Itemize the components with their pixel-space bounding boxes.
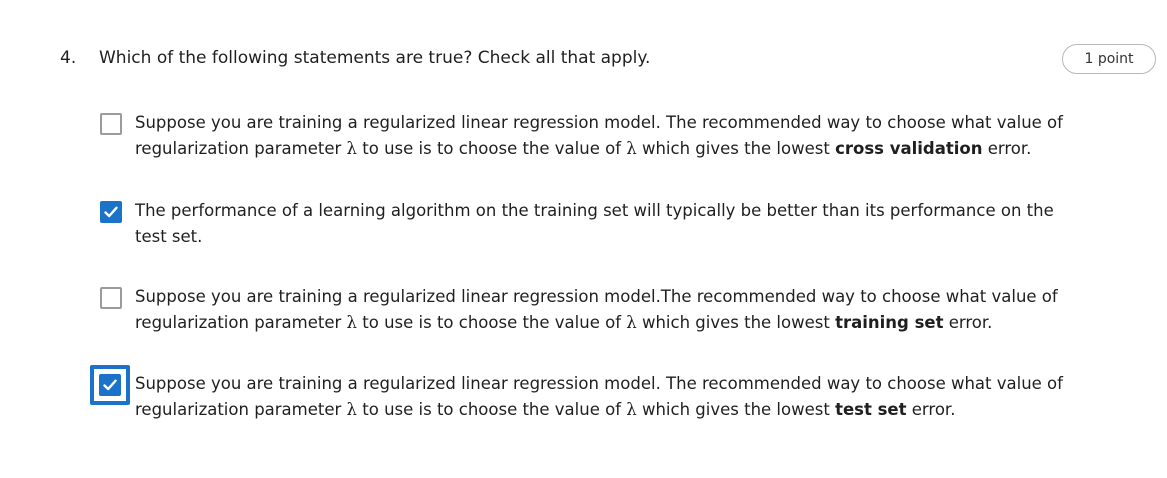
focus-ring xyxy=(90,365,130,405)
option-1-line2-pre: regularization parameter xyxy=(135,139,347,158)
lambda-symbol: λ xyxy=(346,313,358,332)
option-4-line2-pre: regularization parameter xyxy=(135,400,347,419)
option-2-checkbox[interactable] xyxy=(100,201,122,223)
option-4-line1: Suppose you are training a regularized l… xyxy=(135,374,1063,393)
option-1-line2-mid: to use is to choose the value of xyxy=(357,139,627,158)
option-3-line2-pre: regularization parameter xyxy=(135,313,347,332)
option-1-emphasis: cross validation xyxy=(835,139,983,158)
option-3-checkbox[interactable] xyxy=(100,287,122,309)
option-2-text: The performance of a learning algorithm … xyxy=(135,201,1054,246)
option-4-line2-mid: to use is to choose the value of xyxy=(357,400,627,419)
option-3-line2-mid: to use is to choose the value of xyxy=(357,313,627,332)
points-badge: 1 point xyxy=(1062,44,1156,74)
option-4-line2-end: error. xyxy=(906,400,956,419)
lambda-symbol: λ xyxy=(346,400,358,419)
checkmark-icon xyxy=(103,379,117,391)
option-1-line2-post: which gives the lowest xyxy=(636,139,836,158)
lambda-symbol: λ xyxy=(346,139,358,158)
option-3-emphasis: training set xyxy=(835,313,944,332)
checkmark-icon xyxy=(104,206,118,218)
option-4-text: Suppose you are training a regularized l… xyxy=(135,371,1075,423)
option-3-line2-end: error. xyxy=(943,313,993,332)
lambda-symbol: λ xyxy=(626,139,637,158)
option-1-line1: Suppose you are training a regularized l… xyxy=(135,113,1063,132)
option-4-line2-post: which gives the lowest xyxy=(636,400,836,419)
question-number: 4. xyxy=(60,48,77,68)
option-3-line1: Suppose you are training a regularized l… xyxy=(135,287,1058,306)
option-3-line2-post: which gives the lowest xyxy=(636,313,836,332)
option-1-checkbox[interactable] xyxy=(100,113,122,135)
lambda-symbol: λ xyxy=(626,313,637,332)
question-prompt: Which of the following statements are tr… xyxy=(99,48,651,68)
option-4-checkbox[interactable] xyxy=(99,374,121,396)
option-1-line2-end: error. xyxy=(982,139,1032,158)
option-4-emphasis: test set xyxy=(835,400,907,419)
option-1-text: Suppose you are training a regularized l… xyxy=(135,110,1075,162)
option-3-text: Suppose you are training a regularized l… xyxy=(135,284,1075,336)
lambda-symbol: λ xyxy=(626,400,637,419)
